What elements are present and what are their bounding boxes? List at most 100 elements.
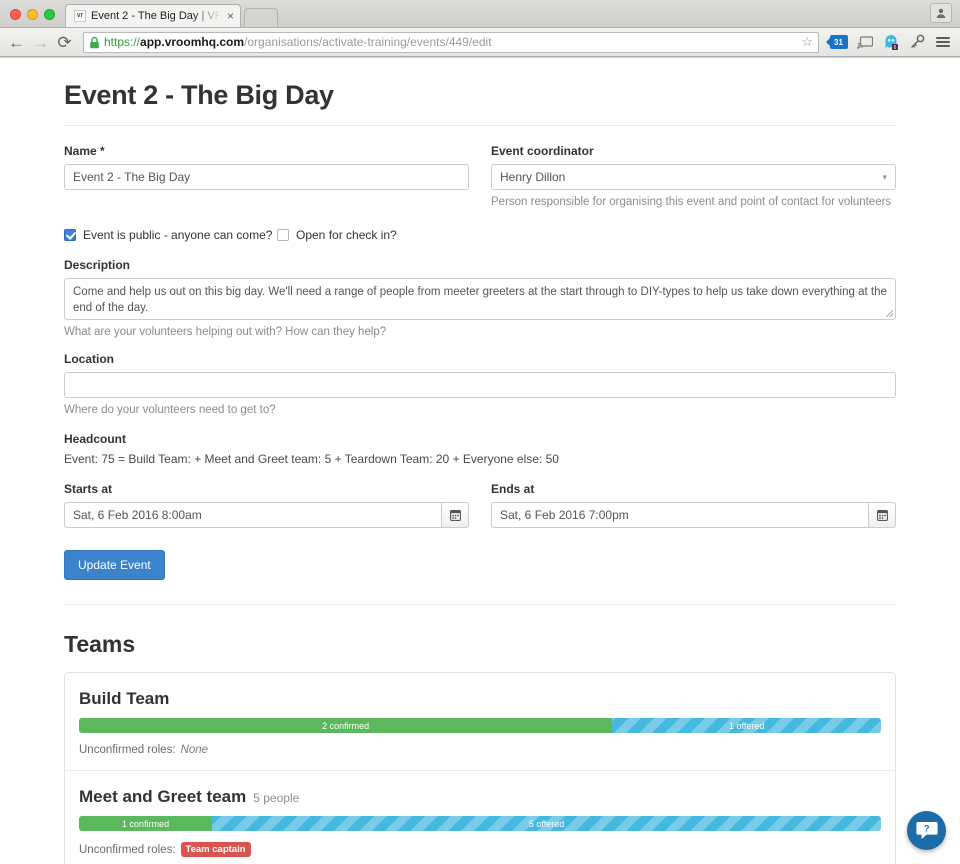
open-checkin-label: Open for check in? <box>296 228 397 242</box>
teams-panel: Build Team 2 confirmed 1 offered Unconfi… <box>64 672 896 864</box>
description-helper: What are your volunteers helping out wit… <box>64 326 387 338</box>
starts-at-group: Starts at Sat, 6 Feb 2016 8:00am <box>64 482 469 528</box>
team-card: Build Team 2 confirmed 1 offered Unconfi… <box>65 673 895 771</box>
location-label: Location <box>64 352 114 366</box>
reload-button[interactable]: ⟳ <box>56 34 73 51</box>
browser-tab-active[interactable]: vr Event 2 - The Big Day | VRO × <box>65 4 242 27</box>
team-people-count: 5 people <box>253 791 300 805</box>
title-divider <box>64 125 896 126</box>
svg-text:6: 6 <box>893 45 896 50</box>
team-name: Meet and Greet team <box>79 787 247 806</box>
team-header: Build Team <box>79 689 881 709</box>
chevron-down-icon: ▾ <box>882 171 887 182</box>
url-scheme: https:// <box>104 35 141 49</box>
browser-window: vr Event 2 - The Big Day | VRO × ← → ⟳ h… <box>0 0 960 864</box>
url-host: app.vroomhq.com <box>140 35 245 49</box>
close-tab-icon[interactable]: × <box>227 10 234 22</box>
name-field-group: Name * Event 2 - The Big Day <box>64 144 469 208</box>
open-checkin-checkbox-group[interactable]: Open for check in? <box>277 228 397 242</box>
update-event-button[interactable]: Update Event <box>64 550 165 580</box>
maximize-window-button[interactable] <box>44 9 55 20</box>
help-speech-bubble-icon: ? <box>915 821 938 839</box>
url-path: /organisations/activate-training/events/… <box>244 35 492 49</box>
team-name: Build Team <box>79 689 170 708</box>
tab-title: Event 2 - The Big Day | VRO <box>91 10 221 22</box>
cast-icon[interactable] <box>855 33 874 52</box>
starts-at-input-group: Sat, 6 Feb 2016 8:00am <box>64 502 469 528</box>
event-public-checkbox[interactable] <box>64 229 76 241</box>
page-viewport: Event 2 - The Big Day Name * Event 2 - T… <box>0 57 960 864</box>
location-field-group: Location Where do your volunteers need t… <box>64 352 896 416</box>
progress-segment-offered: 1 offered <box>612 718 881 733</box>
starts-at-input[interactable]: Sat, 6 Feb 2016 8:00am <box>64 502 441 528</box>
page-title: Event 2 - The Big Day <box>64 80 334 110</box>
ends-at-group: Ends at Sat, 6 Feb 2016 7:00pm <box>491 482 896 528</box>
coordinator-select[interactable]: Henry Dillon ▾ <box>491 164 896 190</box>
new-tab-button[interactable] <box>244 8 279 27</box>
unconfirmed-roles-value: None <box>180 744 209 756</box>
ghost-icon: 6 <box>885 35 898 50</box>
calendar-icon <box>449 510 461 521</box>
event-edit-page: Event 2 - The Big Day Name * Event 2 - T… <box>0 58 960 864</box>
minimize-window-button[interactable] <box>27 9 38 20</box>
unconfirmed-roles-label: Unconfirmed roles: <box>79 843 176 856</box>
url-text: https://app.vroomhq.com/organisations/ac… <box>104 35 492 49</box>
headcount-formula: Event: 75 = Build Team: + Meet and Greet… <box>64 452 559 466</box>
name-coordinator-row: Name * Event 2 - The Big Day Event coord… <box>64 144 896 208</box>
location-helper: Where do your volunteers need to get to? <box>64 404 276 416</box>
tab-bar: vr Event 2 - The Big Day | VRO × <box>0 0 960 28</box>
profile-button[interactable] <box>930 3 952 23</box>
event-public-label: Event is public - anyone can come? <box>83 228 273 242</box>
open-checkin-checkbox[interactable] <box>277 229 289 241</box>
bookmark-star-icon[interactable]: ☆ <box>795 34 813 50</box>
ghostery-icon[interactable]: 6 <box>881 33 900 52</box>
person-icon <box>936 8 946 18</box>
teams-section-title: Teams <box>64 631 136 657</box>
team-progress-bar: 2 confirmed 1 offered <box>79 718 881 733</box>
description-textarea[interactable]: Come and help us out on this big day. We… <box>64 278 896 320</box>
key-icon <box>910 34 924 49</box>
coordinator-field-group: Event coordinator Henry Dillon ▾ Person … <box>491 144 896 208</box>
back-button[interactable]: ← <box>8 34 25 51</box>
coordinator-helper: Person responsible for organising this e… <box>491 196 892 208</box>
location-input[interactable] <box>64 372 896 398</box>
coordinator-value: Henry Dillon <box>500 170 566 184</box>
hamburger-icon <box>935 37 950 47</box>
svg-text:?: ? <box>923 823 929 834</box>
description-label: Description <box>64 258 131 272</box>
headcount-group: Headcount Event: 75 = Build Team: + Meet… <box>64 432 896 466</box>
lastpass-icon[interactable] <box>907 33 926 52</box>
close-window-button[interactable] <box>10 9 21 20</box>
help-chat-button[interactable]: ? <box>907 811 946 850</box>
team-progress-bar: 1 confirmed 5 offered <box>79 816 881 831</box>
coordinator-label: Event coordinator <box>491 144 594 158</box>
starts-at-calendar-button[interactable] <box>441 502 469 528</box>
progress-segment-confirmed: 1 confirmed <box>79 816 213 831</box>
role-badge-team-captain[interactable]: Team captain <box>180 842 251 857</box>
lock-icon <box>90 36 99 48</box>
browser-menu-button[interactable] <box>933 33 952 52</box>
team-card: Meet and Greet team 5 people 1 confirmed… <box>65 771 895 864</box>
description-field-group: Description Come and help us out on this… <box>64 258 896 338</box>
headcount-label: Headcount <box>64 432 127 446</box>
address-bar[interactable]: https://app.vroomhq.com/organisations/ac… <box>83 31 819 53</box>
ends-at-input[interactable]: Sat, 6 Feb 2016 7:00pm <box>491 502 868 528</box>
event-public-checkbox-group[interactable]: Event is public - anyone can come? <box>64 228 277 242</box>
team-header: Meet and Greet team 5 people <box>79 787 881 807</box>
progress-segment-offered: 5 offered <box>212 816 881 831</box>
calendar-icon <box>876 510 888 521</box>
tab-favicon: vr <box>74 10 86 22</box>
teams-divider <box>64 604 896 605</box>
reading-list-icon[interactable]: 31 <box>825 33 848 52</box>
ends-at-calendar-button[interactable] <box>868 502 896 528</box>
ends-at-label: Ends at <box>491 482 535 496</box>
cast-screen-icon <box>856 35 873 49</box>
window-controls <box>8 9 61 27</box>
unconfirmed-roles: Unconfirmed roles: Team captain <box>79 842 881 857</box>
browser-toolbar: ← → ⟳ https://app.vroomhq.com/organisati… <box>0 28 960 57</box>
name-input[interactable]: Event 2 - The Big Day <box>64 164 469 190</box>
starts-at-label: Starts at <box>64 482 113 496</box>
name-label: Name * <box>64 144 105 158</box>
unconfirmed-roles-label: Unconfirmed roles: <box>79 744 176 756</box>
forward-button[interactable]: → <box>32 34 49 51</box>
